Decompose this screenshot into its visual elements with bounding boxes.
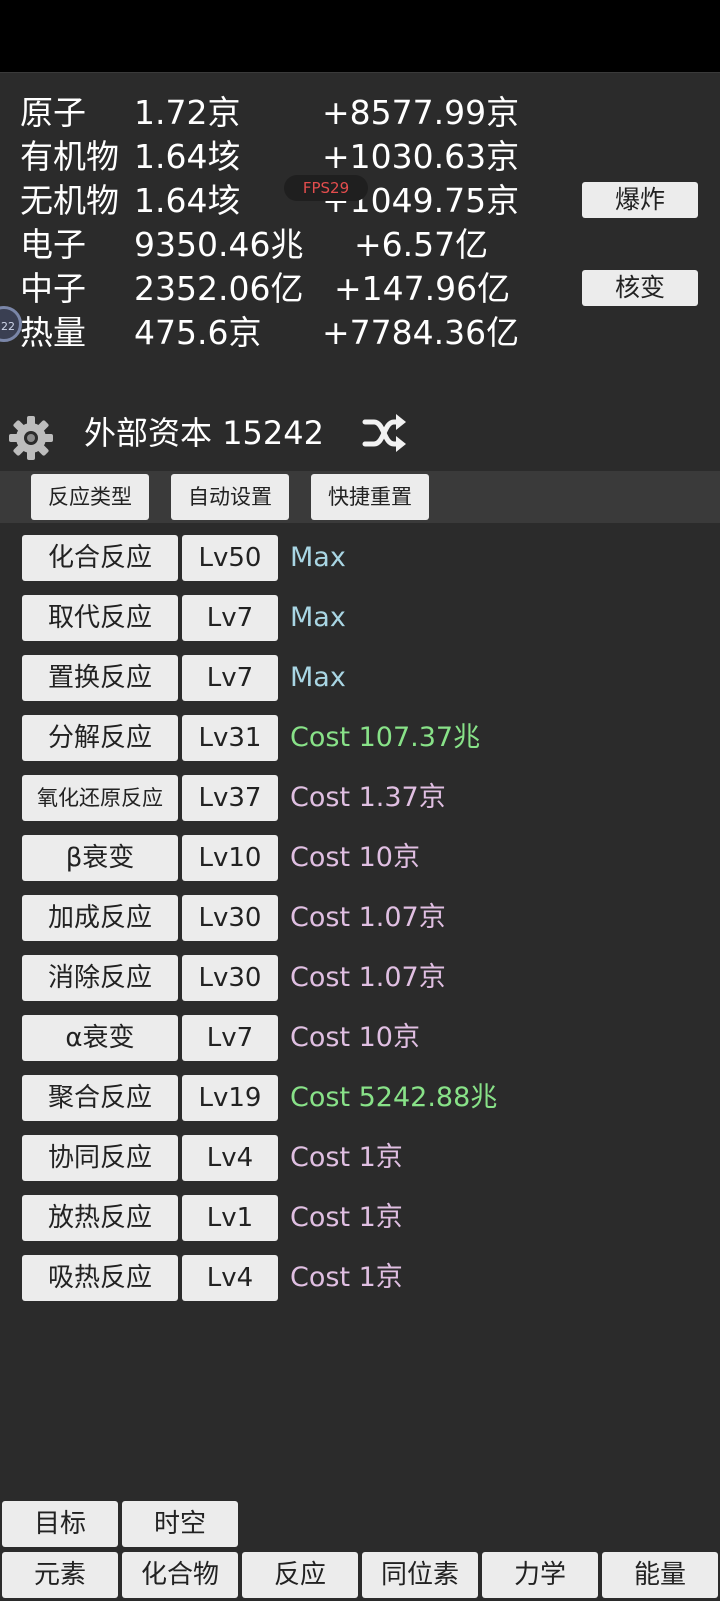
reaction-name-button[interactable]: 协同反应 — [22, 1135, 178, 1181]
resource-rate: +147.96亿 — [334, 269, 511, 308]
resource-rate: +7784.36亿 — [322, 313, 520, 352]
reaction-level-button[interactable]: Lv31 — [182, 715, 278, 761]
reaction-level-button[interactable]: Lv50 — [182, 535, 278, 581]
nuclear-button[interactable]: 核变 — [582, 270, 698, 306]
nav-energy[interactable]: 能量 — [602, 1552, 718, 1598]
reaction-level-button[interactable]: Lv4 — [182, 1255, 278, 1301]
reaction-name-button[interactable]: 取代反应 — [22, 595, 178, 641]
reaction-status: Max — [290, 542, 346, 573]
reaction-level-button[interactable]: Lv4 — [182, 1135, 278, 1181]
resource-amount: 1.64垓 — [134, 181, 241, 220]
reaction-name-button[interactable]: 放热反应 — [22, 1195, 178, 1241]
reaction-status: Cost 1京 — [290, 1262, 403, 1293]
reaction-level-button[interactable]: Lv1 — [182, 1195, 278, 1241]
reaction-status: Cost 1.37京 — [290, 782, 446, 813]
reaction-name-button[interactable]: 吸热反应 — [22, 1255, 178, 1301]
resource-name: 无机物 — [20, 181, 119, 220]
nav-mechanics[interactable]: 力学 — [482, 1552, 598, 1598]
sub-tab-bar: 反应类型 自动设置 快捷重置 — [0, 471, 720, 523]
reaction-name-button[interactable]: 化合反应 — [22, 535, 178, 581]
reaction-status: Max — [290, 602, 346, 633]
reaction-level-button[interactable]: Lv7 — [182, 595, 278, 641]
reaction-level-button[interactable]: Lv7 — [182, 655, 278, 701]
reaction-name-button[interactable]: β衰变 — [22, 835, 178, 881]
resource-name: 热量 — [20, 313, 86, 352]
resource-amount: 475.6京 — [134, 313, 262, 352]
reaction-name-button[interactable]: α衰变 — [22, 1015, 178, 1061]
reaction-level-button[interactable]: Lv37 — [182, 775, 278, 821]
nav-isotopes[interactable]: 同位素 — [362, 1552, 478, 1598]
tab-reaction-type[interactable]: 反应类型 — [31, 474, 149, 520]
tab-quick-reset[interactable]: 快捷重置 — [311, 474, 429, 520]
capital-label: 外部资本 — [84, 414, 213, 452]
resource-amount: 9350.46兆 — [134, 225, 304, 264]
nav-reactions[interactable]: 反应 — [242, 1552, 358, 1598]
resource-rate: +8577.99京 — [322, 93, 520, 132]
resource-name: 有机物 — [20, 137, 119, 176]
capital-value: 15242 — [222, 414, 324, 452]
reaction-status: Cost 10京 — [290, 1022, 420, 1053]
resource-amount: 2352.06亿 — [134, 269, 304, 308]
reaction-name-button[interactable]: 加成反应 — [22, 895, 178, 941]
reaction-status: Cost 10京 — [290, 842, 420, 873]
resource-amount: 1.72京 — [134, 93, 241, 132]
reaction-level-button[interactable]: Lv30 — [182, 955, 278, 1001]
resource-rate: +6.57亿 — [354, 225, 489, 264]
nav-compounds[interactable]: 化合物 — [122, 1552, 238, 1598]
tab-auto-settings[interactable]: 自动设置 — [171, 474, 289, 520]
reaction-name-button[interactable]: 置换反应 — [22, 655, 178, 701]
reaction-status: Cost 5242.88兆 — [290, 1082, 498, 1113]
reaction-name-button[interactable]: 分解反应 — [22, 715, 178, 761]
reaction-name-button[interactable]: 消除反应 — [22, 955, 178, 1001]
reaction-status: Cost 1.07京 — [290, 902, 446, 933]
gear-icon[interactable] — [6, 413, 56, 463]
reaction-status: Cost 1.07京 — [290, 962, 446, 993]
resource-name: 电子 — [20, 225, 86, 264]
resource-rate: +1030.63京 — [322, 137, 520, 176]
reaction-status: Cost 1京 — [290, 1142, 403, 1173]
spacetime-button[interactable]: 时空 — [122, 1501, 238, 1547]
reaction-status: Cost 1京 — [290, 1202, 403, 1233]
resource-amount: 1.64垓 — [134, 137, 241, 176]
resource-name: 原子 — [20, 93, 86, 132]
reaction-level-button[interactable]: Lv10 — [182, 835, 278, 881]
external-capital: 外部资本 15242 — [84, 411, 324, 455]
floating-badge[interactable]: 22 — [0, 306, 22, 342]
resource-name: 中子 — [20, 269, 86, 308]
reaction-level-button[interactable]: Lv7 — [182, 1015, 278, 1061]
reaction-status: Max — [290, 662, 346, 693]
reaction-name-button[interactable]: 氧化还原反应 — [22, 775, 178, 821]
shuffle-icon[interactable] — [362, 413, 408, 453]
explode-button[interactable]: 爆炸 — [582, 182, 698, 218]
reaction-level-button[interactable]: Lv19 — [182, 1075, 278, 1121]
reaction-status: Cost 107.37兆 — [290, 722, 481, 753]
fps-counter: FPS29 — [284, 175, 368, 201]
nav-elements[interactable]: 元素 — [2, 1552, 118, 1598]
reaction-name-button[interactable]: 聚合反应 — [22, 1075, 178, 1121]
reaction-level-button[interactable]: Lv30 — [182, 895, 278, 941]
game-panel: 原子 1.72京 +8577.99京 有机物 1.64垓 +1030.63京 无… — [0, 72, 720, 1601]
goal-button[interactable]: 目标 — [2, 1501, 118, 1547]
